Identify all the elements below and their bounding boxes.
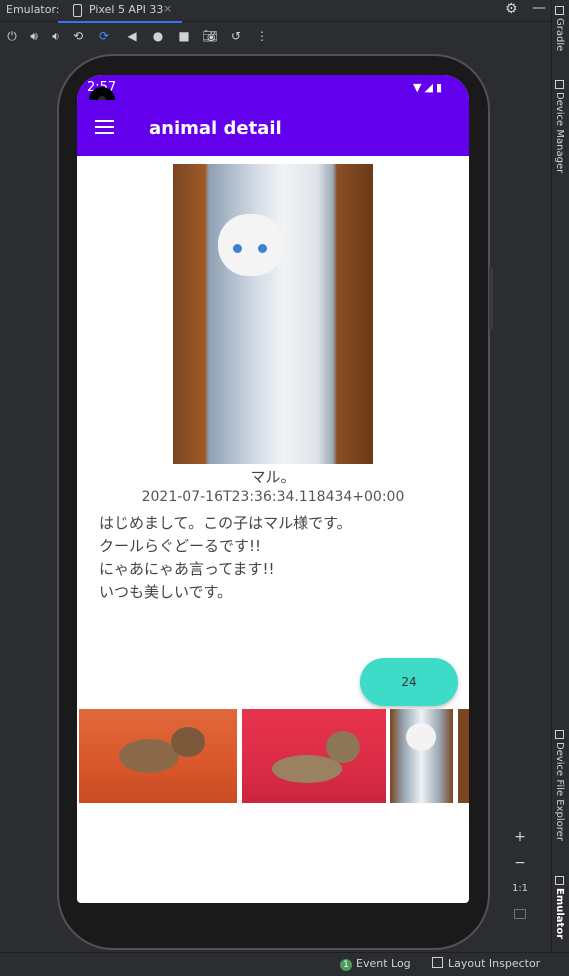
snapshot-icon[interactable]: ↺ [228,28,244,44]
rotate-left-icon[interactable]: ⟲ [70,28,86,44]
android-status-bar: 2:57 ▼◢▮ [77,75,469,100]
cat-shape [119,739,179,773]
device-manager-icon [554,80,564,89]
status-icons: ▼◢▮ [413,81,445,94]
minimize-icon[interactable]: — [532,0,546,16]
cat-eye [258,244,267,253]
zoom-controls: + − 1:1 [507,824,533,934]
cat-face [218,214,284,276]
rotate-right-icon[interactable]: ⟳ [96,28,112,44]
app-title: animal detail [149,118,282,139]
camera-icon[interactable]: 📷︎ [202,28,218,44]
gear-icon[interactable]: ⚙ [505,1,518,17]
description-line: にゃあにゃあ言ってます!! [99,560,275,578]
event-count-badge: 1 [340,959,352,971]
layout-inspector-button[interactable]: Layout Inspector [432,957,540,970]
volume-up-icon[interactable]: 🔊︎ [26,28,42,44]
tool-tab-device-file-explorer[interactable]: Device File Explorer [554,730,565,841]
overview-icon[interactable]: ■ [176,28,192,44]
event-log-button[interactable]: 1 Event Log [340,957,411,971]
more-options-icon[interactable]: ⋮ [254,28,270,44]
close-icon[interactable]: × [163,2,172,15]
animal-photo [173,164,373,464]
created-at: 2021-07-16T23:36:34.118434+00:00 [141,489,405,505]
tool-tab-emulator[interactable]: Emulator [554,876,565,939]
description-line: クールらぐどーるです!! [99,537,262,555]
tool-tab-label: Gradle [554,18,565,52]
device-tab-label: Pixel 5 API 33 [89,3,164,16]
event-log-label: Event Log [356,957,411,970]
description-line: はじめまして。この子はマル様です。 [99,514,352,532]
home-icon[interactable]: ● [150,28,166,44]
gradle-icon [554,6,564,15]
signal-icon: ◢ [424,81,436,94]
file-explorer-icon [554,730,564,739]
phone-side-button[interactable] [489,268,493,330]
emulator-toolbar: ⏻ 🔊︎ 🔉︎ ⟲ ⟳ ◀ ● ■ 📷︎ ↺ ⋮ [0,22,552,52]
description-line: いつも美しいです。 [99,583,233,601]
zoom-fit-button[interactable] [507,902,533,928]
tool-tab-device-manager[interactable]: Device Manager [554,80,565,173]
emulator-tab-bar: Emulator: Pixel 5 API 33 × ⚙ — [0,0,569,23]
animal-description: はじめまして。この子はマル様です。 クールらぐどーるです!! にゃあにゃあ言って… [99,512,352,604]
tool-tab-gradle[interactable]: Gradle [554,6,565,51]
wifi-icon: ▼ [413,81,425,94]
hamburger-menu-icon[interactable] [95,120,114,134]
thumbnail-image[interactable] [390,709,453,803]
zoom-in-button[interactable]: + [507,824,533,850]
layout-inspector-label: Layout Inspector [448,957,541,970]
tool-tab-label: Device File Explorer [554,742,565,841]
cat-shape [406,723,436,751]
like-count-button[interactable]: 24 [360,658,458,706]
emulator-icon [554,876,564,885]
app-bar: animal detail [77,100,469,156]
ide-status-bar: 1 Event Log Layout Inspector [0,952,569,976]
fit-screen-icon [514,909,526,919]
zoom-actual-size-button[interactable]: 1:1 [507,876,533,902]
layout-inspector-icon [432,957,443,968]
volume-down-icon[interactable]: 🔉︎ [48,28,64,44]
cat-shape [171,727,205,757]
emulator-label: Emulator: [6,3,60,16]
device-tab[interactable]: Pixel 5 API 33 × [58,0,182,23]
phone-screen: 2:57 ▼◢▮ animal detail マル。 2021-07-16T23… [77,75,469,903]
photo-thumbnails[interactable] [77,709,469,803]
tool-tab-label: Emulator [554,888,565,940]
phone-icon [73,4,82,17]
tool-window-strip: Gradle Device Manager Device File Explor… [551,0,569,952]
back-icon[interactable]: ◀ [124,28,140,44]
battery-icon: ▮ [435,81,445,94]
thumbnail-image[interactable] [458,709,469,803]
thumbnail-image[interactable] [242,709,386,803]
thumbnail-image[interactable] [79,709,237,803]
cat-shape [326,731,360,763]
cat-eye [233,244,242,253]
tool-tab-label: Device Manager [554,92,565,174]
zoom-out-button[interactable]: − [507,850,533,876]
power-icon[interactable]: ⏻ [4,28,20,44]
animal-name: マル。 [250,468,296,486]
